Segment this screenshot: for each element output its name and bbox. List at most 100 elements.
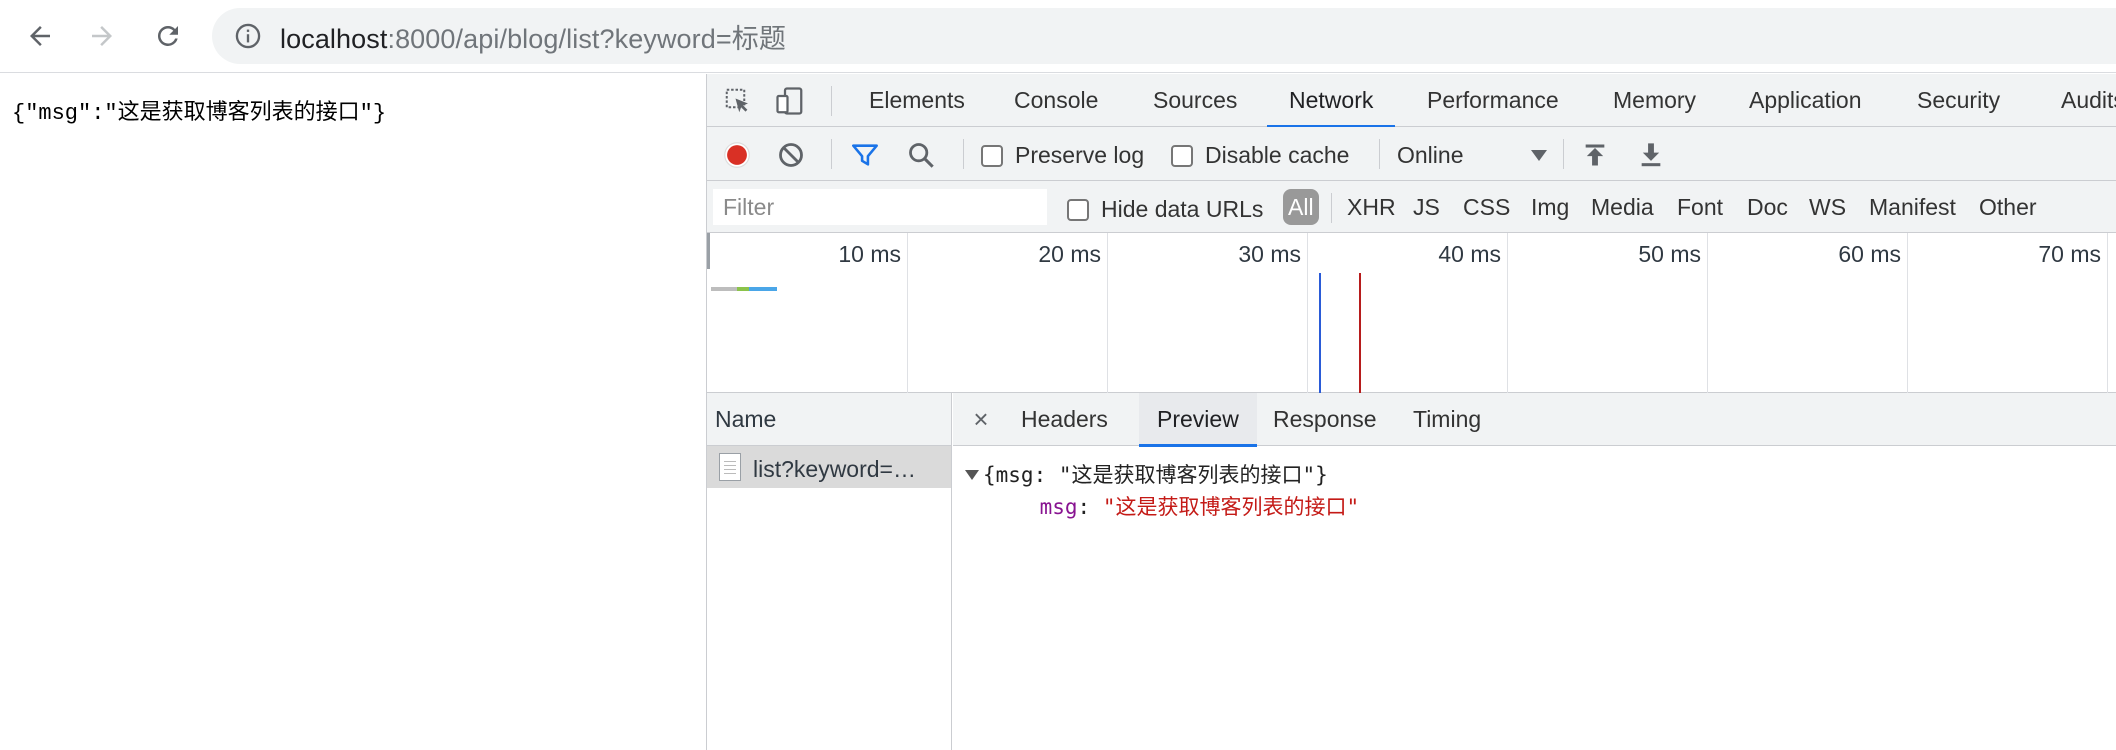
back-button[interactable] (18, 14, 62, 58)
clear-button[interactable] (777, 141, 805, 169)
filter-input[interactable] (713, 189, 1047, 225)
waterfall-bar-stalled (711, 287, 737, 291)
type-filter-js[interactable]: JS (1411, 189, 1442, 225)
preview-value: "这是获取博客列表的接口" (1102, 495, 1360, 519)
hide-data-urls-checkbox[interactable]: Hide data URLs (1067, 196, 1263, 223)
tab-security[interactable]: Security (1915, 74, 2002, 127)
tab-application[interactable]: Application (1747, 74, 1864, 127)
disable-cache-label: Disable cache (1205, 142, 1350, 168)
address-bar[interactable]: localhost:8000/api/blog/list?keyword=标题 (212, 8, 2116, 64)
request-name: list?keyword=标题 (753, 456, 931, 482)
inspect-element-button[interactable] (721, 84, 755, 118)
device-mode-icon (776, 87, 803, 115)
filter-toggle-button[interactable] (851, 141, 879, 169)
timeline-tick-label: 30 ms (1238, 241, 1301, 267)
filter-icon (852, 144, 878, 166)
device-toolbar-button[interactable] (773, 84, 807, 118)
clear-icon (779, 143, 803, 167)
timeline-gridline (1707, 233, 1708, 393)
timeline-handle[interactable] (707, 233, 710, 269)
export-har-button[interactable] (1637, 141, 1665, 169)
timeline-gridline (1907, 233, 1908, 393)
type-filter-img[interactable]: Img (1529, 189, 1571, 225)
network-toolbar: Preserve log Disable cache Online (707, 127, 2116, 181)
type-filter-ws[interactable]: WS (1807, 189, 1848, 225)
hide-data-urls-label: Hide data URLs (1101, 196, 1264, 222)
tab-timing[interactable]: Timing (1413, 393, 1481, 446)
download-icon (1641, 143, 1661, 167)
timeline-gridline (1107, 233, 1108, 393)
separator (831, 86, 832, 116)
tab-performance[interactable]: Performance (1425, 74, 1561, 127)
type-filter-css[interactable]: CSS (1461, 189, 1512, 225)
request-name-column: Name list?keyword=标题 (707, 393, 952, 750)
type-filter-other[interactable]: Other (1977, 189, 2039, 225)
url-path: :8000/api/blog/list?keyword=标题 (387, 23, 786, 54)
dom-content-loaded-line (1319, 273, 1321, 393)
name-column-header[interactable]: Name (707, 393, 951, 446)
raw-json-response: {"msg":"这是获取博客列表的接口"} (12, 101, 387, 126)
type-filter-manifest[interactable]: Manifest (1867, 189, 1958, 225)
separator (1331, 193, 1332, 223)
timeline-tick-label: 20 ms (1038, 241, 1101, 267)
tab-response[interactable]: Response (1273, 393, 1377, 446)
type-filter-doc[interactable]: Doc (1745, 189, 1790, 225)
url-text: localhost:8000/api/blog/list?keyword=标题 (280, 17, 786, 56)
timeline-tick-label: 40 ms (1438, 241, 1501, 267)
timeline-tick-label: 60 ms (1838, 241, 1901, 267)
record-button[interactable] (723, 141, 751, 169)
separator (831, 139, 832, 169)
reload-button[interactable] (146, 14, 190, 58)
throttle-value: Online (1397, 142, 1464, 168)
preview-key: msg (1039, 495, 1078, 519)
type-filter-media[interactable]: Media (1589, 189, 1656, 225)
request-row[interactable]: list?keyword=标题 (707, 446, 951, 488)
tab-console[interactable]: Console (1012, 74, 1100, 127)
separator (963, 139, 964, 169)
close-icon[interactable]: × (967, 405, 995, 433)
tab-headers[interactable]: Headers (1021, 393, 1108, 446)
preserve-log-checkbox[interactable]: Preserve log (981, 142, 1144, 169)
preview-summary[interactable]: {msg: "这是获取博客列表的接口"} (983, 463, 1328, 487)
cursor-select-icon (725, 88, 748, 113)
checkbox-box[interactable] (1067, 198, 1089, 221)
tab-preview[interactable]: Preview (1139, 393, 1257, 447)
json-preview-tree: {msg: "这是获取博客列表的接口"} msg: "这是获取博客列表的接口" (965, 459, 1359, 523)
timeline-gridline (2107, 233, 2108, 393)
timeline-tick-label: 70 ms (2038, 241, 2101, 267)
timeline-tick-label: 50 ms (1638, 241, 1701, 267)
record-icon (724, 142, 750, 168)
type-filter-all[interactable]: All (1283, 189, 1319, 225)
forward-button[interactable] (80, 14, 124, 58)
type-filter-font[interactable]: Font (1675, 189, 1725, 225)
waterfall-bar-waiting (737, 287, 749, 291)
expand-triangle-icon[interactable] (965, 470, 979, 480)
timeline-gridline (907, 233, 908, 393)
page-viewport: {"msg":"这是获取博客列表的接口"} (0, 74, 706, 750)
network-overview-timeline[interactable]: 10 ms 20 ms 30 ms 40 ms 50 ms 60 ms 70 ms (707, 233, 2116, 393)
info-icon[interactable] (234, 22, 262, 50)
checkbox-box[interactable] (1171, 144, 1193, 167)
timeline-gridline (1307, 233, 1308, 393)
search-button[interactable] (907, 141, 935, 169)
devtools-tab-bar: Elements Console Sources Network Perform… (707, 74, 2116, 128)
throttle-select[interactable]: Online (1397, 142, 1547, 169)
tab-elements[interactable]: Elements (867, 74, 967, 127)
reload-icon (157, 25, 178, 46)
url-host: localhost (280, 23, 388, 54)
tab-network[interactable]: Network (1266, 74, 1396, 128)
import-har-button[interactable] (1581, 141, 1609, 169)
detail-tab-bar: × Headers Preview Response Timing (953, 393, 2116, 447)
tab-memory[interactable]: Memory (1611, 74, 1698, 127)
tab-audits[interactable]: Audits (2059, 74, 2116, 127)
checkbox-box[interactable] (981, 144, 1003, 167)
separator (1379, 139, 1380, 169)
search-icon (909, 143, 934, 168)
timeline-gridline (1507, 233, 1508, 393)
devtools-panel: Elements Console Sources Network Perform… (706, 74, 2116, 750)
load-event-line (1359, 273, 1361, 393)
type-filter-xhr[interactable]: XHR (1345, 189, 1398, 225)
tab-sources[interactable]: Sources (1151, 74, 1239, 127)
disable-cache-checkbox[interactable]: Disable cache (1171, 142, 1349, 169)
separator (1563, 139, 1564, 169)
